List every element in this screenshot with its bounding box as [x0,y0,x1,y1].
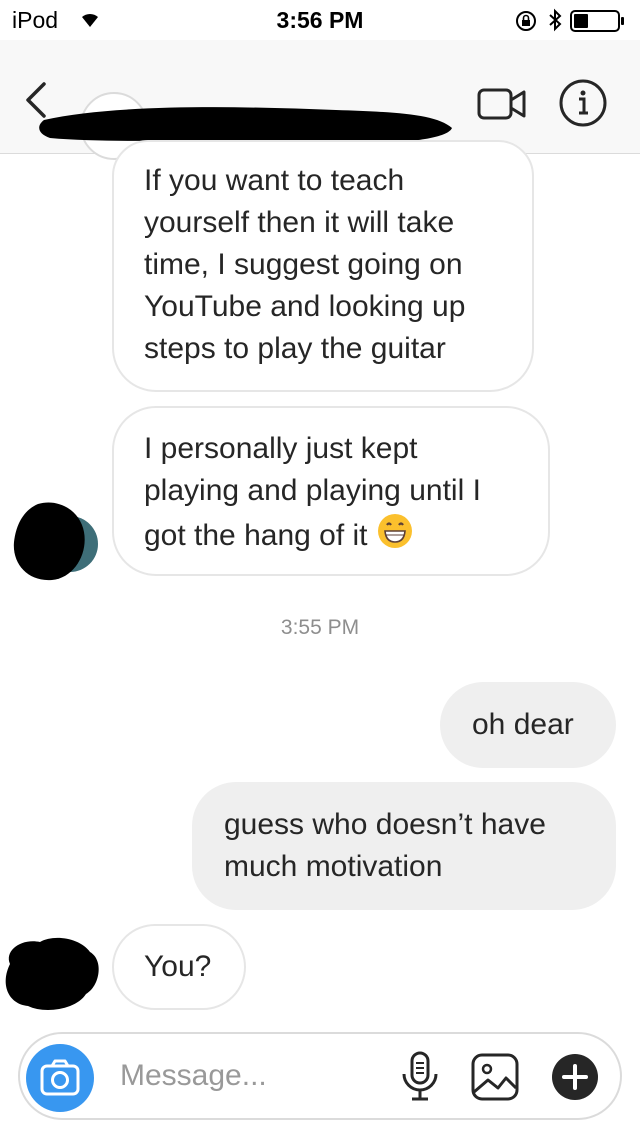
message-line: You? [144,950,212,983]
timestamp: 3:55 PM [280,616,360,639]
message-line: guess who doesn’t have [224,808,546,841]
avatar[interactable] [8,494,98,586]
camera-button[interactable] [26,1044,94,1112]
message-bubble-incoming[interactable]: You? [112,924,246,1010]
grinning-face-emoji [376,512,414,562]
message-line: time, I suggest going on [144,248,463,281]
status-time: 3:56 PM [276,7,364,33]
message-line: playing and playing until I [144,474,481,507]
add-button[interactable] [552,1054,598,1100]
message-line: much motivation [224,850,443,883]
voice-message-button[interactable] [398,1050,442,1104]
plus-icon [562,1064,588,1090]
message-line: If you want to teach [144,164,405,197]
rotation-lock-icon [514,9,538,38]
status-bar: iPod 3:56 PM [0,0,640,40]
bluetooth-icon [548,8,562,37]
message-line: yourself then it will take [144,206,455,239]
conversation-header: redacted [0,40,640,160]
message-bubble-outgoing[interactable]: oh dear [440,682,616,768]
avatar[interactable] [0,934,104,1014]
message-line: oh dear [472,708,574,741]
camera-icon [40,1059,80,1096]
microphone-icon [402,1051,438,1101]
message-line: got the hang of it [144,518,368,552]
info-button[interactable] [558,78,608,128]
message-line: steps to play the guitar [144,332,446,365]
message-bubble-incoming[interactable]: If you want to teach yourself then it wi… [112,140,534,392]
gallery-button[interactable] [470,1052,520,1102]
message-line: I personally just kept [144,432,418,465]
message-bubble-outgoing[interactable]: guess who doesn’t have much motivation [192,782,616,910]
image-icon [471,1053,519,1101]
message-input[interactable] [120,1054,390,1098]
video-call-button[interactable] [476,84,528,124]
battery-icon [570,10,626,37]
message-bubble-incoming[interactable]: I personally just kept playing and playi… [112,406,550,576]
message-line: YouTube and looking up [144,290,466,323]
video-camera-icon [477,88,526,120]
info-icon [559,79,607,127]
